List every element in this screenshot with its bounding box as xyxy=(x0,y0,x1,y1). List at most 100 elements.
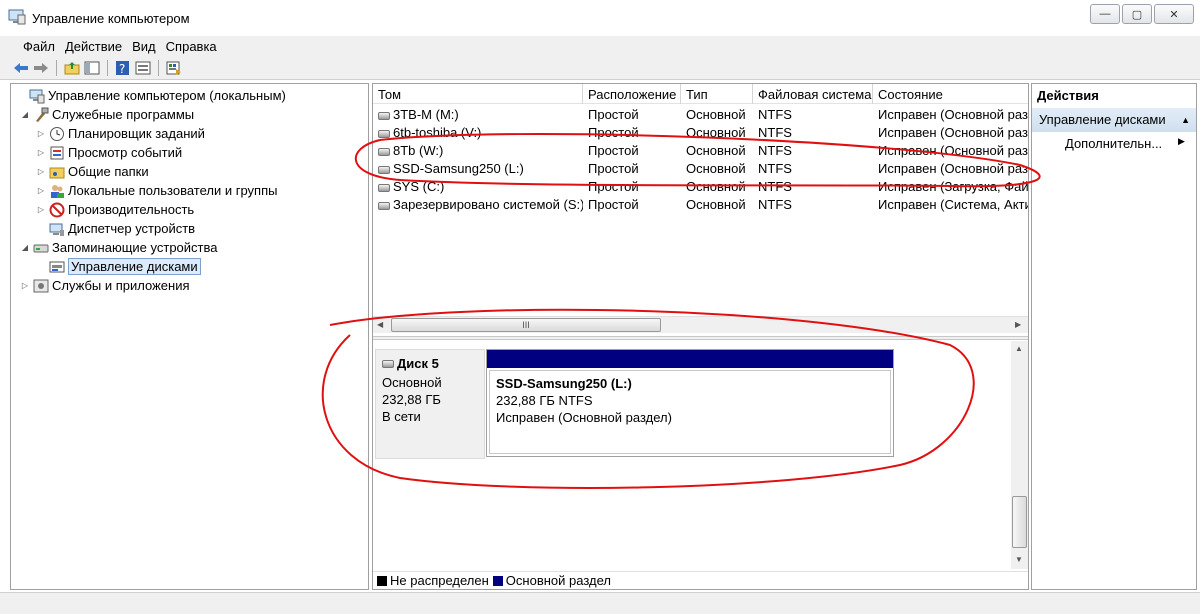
cell-text: Исправен (Основной раз xyxy=(878,161,1028,176)
disk-label-panel[interactable]: Диск 5 Основной 232,88 ГБ В сети xyxy=(375,349,485,459)
column-header-volume[interactable]: Том xyxy=(373,84,583,104)
partition-block[interactable]: SSD-Samsung250 (L:) 232,88 ГБ NTFS Испра… xyxy=(486,349,894,457)
export-list-icon[interactable] xyxy=(165,59,183,77)
tree-node-disk-management[interactable]: Управление дисками xyxy=(35,257,201,276)
table-row[interactable]: 8Tb (W:) Простой Основной NTFS Исправен (Осн… xyxy=(373,142,1028,160)
tools-icon xyxy=(36,107,49,122)
storage-icon xyxy=(33,244,49,252)
menu-view[interactable]: Вид xyxy=(127,39,161,54)
cell-text: Основной xyxy=(686,179,746,194)
column-header-layout[interactable]: Расположение xyxy=(583,84,681,104)
show-hide-tree-icon[interactable] xyxy=(83,59,101,77)
volume-status: Исправен (Основной раз xyxy=(873,124,1028,142)
tree-node-device-manager[interactable]: Диспетчер устройств xyxy=(35,219,195,238)
collapse-arrow-icon[interactable]: ◢ xyxy=(19,243,31,252)
tree-node-storage[interactable]: ◢ Запоминающие устройства xyxy=(19,238,218,257)
computer-management-icon xyxy=(29,89,45,103)
table-row[interactable]: Зарезервировано системой (S:) Простой Осно… xyxy=(373,196,1028,214)
expand-arrow-icon[interactable]: ▷ xyxy=(35,205,47,214)
horizontal-scrollbar[interactable]: ◀ III ▶ xyxy=(373,316,1028,333)
volume-filesystem: NTFS xyxy=(753,142,873,160)
volume-name: 6tb-toshiba (V:) xyxy=(373,124,583,142)
cell-text: Исправен (Загрузка, Фай xyxy=(878,179,1028,194)
menu-file[interactable]: Файл xyxy=(18,39,60,54)
expand-arrow-icon[interactable]: ▷ xyxy=(35,186,47,195)
table-row[interactable]: 6tb-toshiba (V:) Простой Основной NTFS Испра… xyxy=(373,124,1028,142)
tree-label: Запоминающие устройства xyxy=(52,240,218,255)
volume-filesystem: NTFS xyxy=(753,178,873,196)
volume-layout: Простой xyxy=(583,142,681,160)
expand-arrow-icon[interactable]: ▷ xyxy=(35,167,47,176)
tree-node-tools[interactable]: ◢ Служебные программы xyxy=(19,105,194,124)
forward-arrow-icon[interactable] xyxy=(32,59,50,77)
expand-arrow-icon[interactable]: ▷ xyxy=(35,129,47,138)
close-button[interactable]: ✕ xyxy=(1154,4,1194,24)
back-arrow-icon[interactable] xyxy=(12,59,30,77)
submenu-arrow-icon: ▶ xyxy=(1178,136,1185,146)
column-header-filesystem[interactable]: Файловая система xyxy=(753,84,873,104)
tree-node-services-apps[interactable]: ▷ Службы и приложения xyxy=(19,276,190,295)
volume-status: Исправен (Загрузка, Фай xyxy=(873,178,1028,196)
tree-label: Управление компьютером (локальным) xyxy=(48,88,286,103)
cell-text: NTFS xyxy=(758,107,792,122)
cell-text: Основной xyxy=(686,197,746,212)
minimize-button[interactable]: — xyxy=(1090,4,1120,24)
expand-arrow-icon[interactable]: ▷ xyxy=(19,281,31,290)
tree-node-computer-management[interactable]: Управление компьютером (локальным) xyxy=(15,86,286,105)
volume-name: 8Tb (W:) xyxy=(373,142,583,160)
volume-list-header: Том Расположение Тип Файловая система Со… xyxy=(373,84,1028,104)
table-row[interactable]: SYS (C:) Простой Основной NTFS Исправен (Заг… xyxy=(373,178,1028,196)
collapse-arrow-icon[interactable]: ▲ xyxy=(1181,108,1190,132)
disk-management-pane: Том Расположение Тип Файловая система Со… xyxy=(372,83,1029,590)
cell-text: Исправен (Основной раз xyxy=(878,125,1028,140)
scroll-right-icon[interactable]: ▶ xyxy=(1015,320,1021,329)
tree-node-local-users[interactable]: ▷ Локальные пользователи и группы xyxy=(35,181,278,200)
cell-text: NTFS xyxy=(758,197,792,212)
collapse-arrow-icon[interactable]: ◢ xyxy=(19,110,31,119)
tree-node-event-viewer[interactable]: ▷ Просмотр событий xyxy=(35,143,182,162)
scroll-down-icon[interactable]: ▼ xyxy=(1015,555,1023,564)
volume-layout: Простой xyxy=(583,160,681,178)
legend-label: Не распределен xyxy=(390,573,489,588)
pane-splitter[interactable] xyxy=(373,336,1028,340)
expand-arrow-icon[interactable]: ▷ xyxy=(35,148,47,157)
volume-type: Основной xyxy=(681,124,753,142)
tree-node-shared-folders[interactable]: ▷ Общие папки xyxy=(35,162,149,181)
status-bar xyxy=(0,592,1200,614)
legend: Не распределен Основной раздел xyxy=(373,571,1028,589)
console-tree: Управление компьютером (локальным) ◢ Слу… xyxy=(10,83,369,590)
tree-label: Планировщик заданий xyxy=(68,126,205,141)
tree-node-performance[interactable]: ▷ Производительность xyxy=(35,200,194,219)
vertical-scrollbar[interactable]: ▲ ▼ xyxy=(1011,341,1028,569)
help-icon[interactable]: ? xyxy=(114,59,132,77)
actions-section-disk-management[interactable]: Управление дисками ▲ xyxy=(1032,108,1196,132)
tree-node-task-scheduler[interactable]: ▷ Планировщик заданий xyxy=(35,124,205,143)
cell-text: Простой xyxy=(588,125,639,140)
column-header-type[interactable]: Тип xyxy=(681,84,753,104)
scroll-up-icon[interactable]: ▲ xyxy=(1015,344,1023,353)
cell-text: Простой xyxy=(588,107,639,122)
cell-text: NTFS xyxy=(758,161,792,176)
actions-more-item[interactable]: Дополнительн... ▶ xyxy=(1065,136,1185,151)
tree-label: Диспетчер устройств xyxy=(68,221,196,236)
up-folder-icon[interactable] xyxy=(63,59,81,77)
table-row[interactable]: SSD-Samsung250 (L:) Простой Основной NTFS Ис… xyxy=(373,160,1028,178)
graphical-disk-view: Диск 5 Основной 232,88 ГБ В сети SSD-Sam… xyxy=(373,341,1011,569)
menu-help[interactable]: Справка xyxy=(161,39,222,54)
maximize-button[interactable]: ▢ xyxy=(1122,4,1152,24)
scrollbar-thumb[interactable]: III xyxy=(391,318,661,332)
tree-label: Службы и приложения xyxy=(52,278,190,293)
scrollbar-thumb[interactable] xyxy=(1012,496,1027,548)
table-row[interactable]: 3TB-M (M:) Простой Основной NTFS Исправен (О… xyxy=(373,106,1028,124)
scroll-left-icon[interactable]: ◀ xyxy=(377,320,383,329)
cell-text: NTFS xyxy=(758,179,792,194)
menu-action[interactable]: Действие xyxy=(60,39,127,54)
actions-section-label: Управление дисками xyxy=(1039,112,1166,127)
event-viewer-icon xyxy=(50,146,64,159)
column-header-status[interactable]: Состояние xyxy=(873,84,1028,104)
partition-state: Исправен (Основной раздел) xyxy=(496,410,672,425)
cell-text: Исправен (Система, Акти xyxy=(878,197,1028,212)
properties-icon[interactable] xyxy=(134,59,152,77)
actions-pane: Действия Управление дисками ▲ Дополнител… xyxy=(1031,83,1197,590)
cell-text: Исправен (Основной раз xyxy=(878,143,1028,158)
